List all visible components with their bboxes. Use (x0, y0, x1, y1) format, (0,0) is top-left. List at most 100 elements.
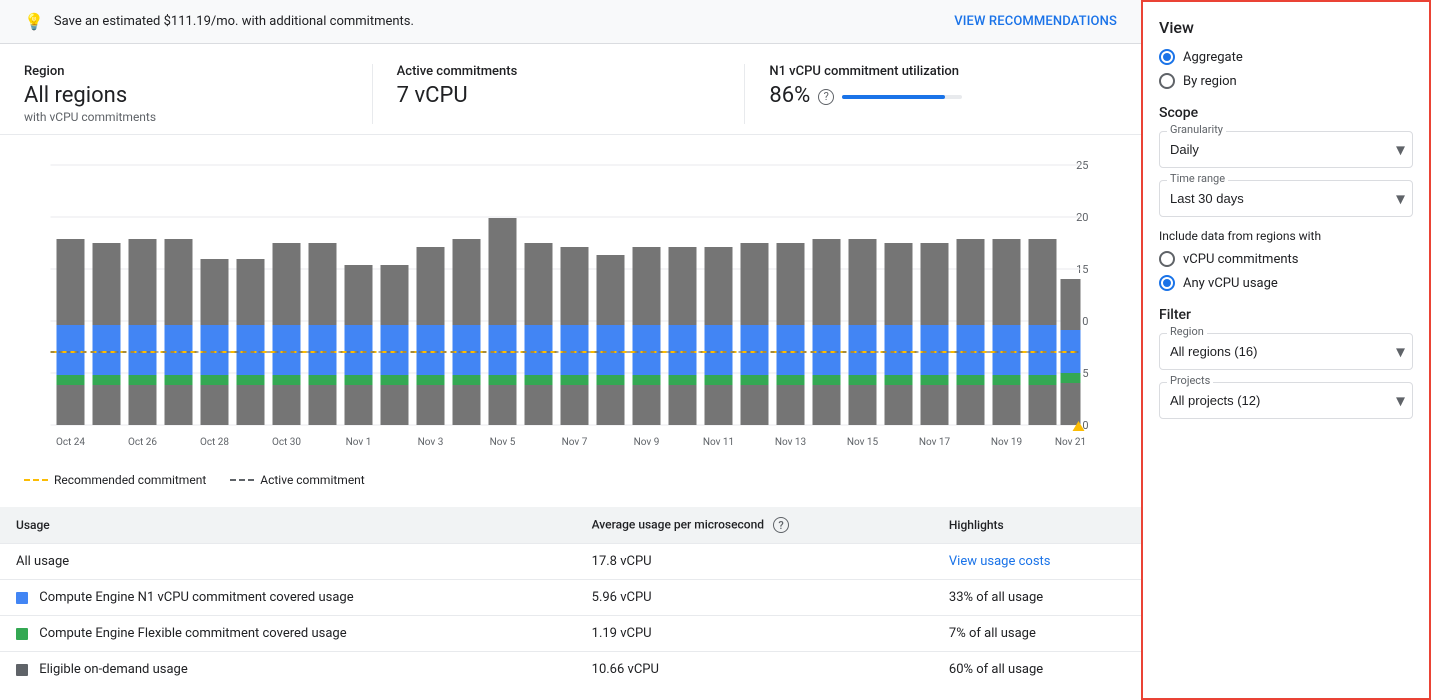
any-vcpu-option[interactable]: Any vCPU usage (1159, 275, 1413, 291)
chart-svg: 25 20 15 10 5 0 (24, 151, 1117, 461)
banner-text: Save an estimated $111.19/mo. with addit… (54, 14, 414, 29)
vcpu-commitments-label: vCPU commitments (1183, 252, 1298, 267)
row0-avg: 17.8 vCPU (576, 544, 933, 580)
view-usage-costs-link[interactable]: View usage costs (949, 554, 1051, 569)
stat-region-value: All regions (24, 83, 340, 108)
legend-recommended-line (24, 479, 48, 481)
granularity-label: Granularity (1167, 123, 1226, 136)
svg-text:Oct 28: Oct 28 (200, 437, 229, 448)
svg-text:Nov 19: Nov 19 (991, 437, 1022, 448)
projects-select[interactable]: All projects (12) (1159, 382, 1413, 419)
help-icon[interactable]: ? (818, 89, 834, 105)
svg-text:Nov 9: Nov 9 (634, 437, 660, 448)
time-range-wrapper: Time range Last 30 days ▾ (1159, 180, 1413, 217)
granularity-select[interactable]: Daily (1159, 131, 1413, 168)
stat-region-label: Region (24, 64, 340, 79)
legend-recommended-label: Recommended commitment (54, 473, 206, 487)
row3-usage: Eligible on-demand usage (0, 652, 576, 688)
stat-util-label: N1 vCPU commitment utilization (769, 64, 1085, 79)
usage-table: Usage Average usage per microsecond ? Hi… (0, 507, 1141, 687)
col-avg: Average usage per microsecond ? (576, 507, 933, 544)
any-vcpu-inner (1163, 279, 1171, 287)
util-bar-fill (842, 95, 945, 99)
svg-text:5: 5 (1082, 367, 1088, 380)
blue-dot (16, 592, 28, 604)
view-recommendations-link[interactable]: VIEW RECOMMENDATIONS (954, 14, 1117, 29)
legend-active: Active commitment (230, 473, 364, 487)
time-range-label: Time range (1167, 172, 1228, 185)
stat-commitments-label: Active commitments (397, 64, 713, 79)
green-dot (16, 628, 28, 640)
main-content: 💡 Save an estimated $111.19/mo. with add… (0, 0, 1141, 700)
byregion-radio-circle (1159, 73, 1175, 89)
vcpu-commitments-option[interactable]: vCPU commitments (1159, 251, 1413, 267)
any-vcpu-label: Any vCPU usage (1183, 276, 1278, 291)
svg-text:Nov 15: Nov 15 (847, 437, 879, 448)
avg-help-icon[interactable]: ? (773, 517, 789, 533)
view-radio-group: Aggregate By region (1159, 49, 1413, 89)
lightbulb-icon: 💡 (24, 12, 44, 31)
svg-text:Nov 7: Nov 7 (562, 437, 588, 448)
projects-label: Projects (1167, 374, 1213, 387)
row0-usage: All usage (0, 544, 576, 580)
filter-title: Filter (1159, 307, 1413, 323)
chart-container: 25 20 15 10 5 0 (24, 151, 1117, 465)
aggregate-label: Aggregate (1183, 50, 1243, 65)
stat-utilization: N1 vCPU commitment utilization 86% ? (744, 64, 1117, 124)
legend-active-line (230, 479, 254, 481)
svg-text:Nov 11: Nov 11 (703, 437, 734, 448)
time-range-field: Time range Last 30 days ▾ (1159, 180, 1413, 217)
table-row: Compute Engine N1 vCPU commitment covere… (0, 580, 1141, 616)
chart-area: 25 20 15 10 5 0 (0, 135, 1141, 465)
row3-avg: 10.66 vCPU (576, 652, 933, 688)
svg-text:Nov 21: Nov 21 (1055, 437, 1086, 448)
svg-text:Nov 13: Nov 13 (775, 437, 806, 448)
vcpu-commitments-circle (1159, 251, 1175, 267)
time-range-select[interactable]: Last 30 days (1159, 180, 1413, 217)
row1-highlight: 33% of all usage (933, 580, 1141, 616)
table-header-row: Usage Average usage per microsecond ? Hi… (0, 507, 1141, 544)
row1-usage: Compute Engine N1 vCPU commitment covere… (0, 580, 576, 616)
include-label: Include data from regions with (1159, 229, 1413, 243)
row2-highlight: 7% of all usage (933, 616, 1141, 652)
region-select[interactable]: All regions (16) (1159, 333, 1413, 370)
table-row: Compute Engine Flexible commitment cover… (0, 616, 1141, 652)
row3-highlight: 60% of all usage (933, 652, 1141, 688)
aggregate-radio-inner (1163, 53, 1171, 61)
right-panel: View Aggregate By region Scope Granulari… (1141, 0, 1431, 700)
gray-dot (16, 664, 28, 676)
col-highlights: Highlights (933, 507, 1141, 544)
table-row: Eligible on-demand usage 10.66 vCPU 60% … (0, 652, 1141, 688)
svg-text:Oct 30: Oct 30 (272, 437, 301, 448)
chart-legend: Recommended commitment Active commitment (0, 465, 1141, 499)
scope-title: Scope (1159, 105, 1413, 121)
stat-commitments-value: 7 vCPU (397, 83, 713, 108)
panel-title: View (1159, 18, 1413, 37)
legend-active-label: Active commitment (260, 473, 364, 487)
stat-region-sub: with vCPU commitments (24, 110, 340, 124)
view-aggregate-option[interactable]: Aggregate (1159, 49, 1413, 65)
banner: 💡 Save an estimated $111.19/mo. with add… (0, 0, 1141, 44)
include-radio-group: vCPU commitments Any vCPU usage (1159, 251, 1413, 291)
region-field: Region All regions (16) ▾ (1159, 333, 1413, 370)
projects-field: Projects All projects (12) ▾ (1159, 382, 1413, 419)
svg-text:Nov 3: Nov 3 (418, 437, 444, 448)
svg-text:Nov 17: Nov 17 (919, 437, 951, 448)
view-byregion-option[interactable]: By region (1159, 73, 1413, 89)
banner-left: 💡 Save an estimated $111.19/mo. with add… (24, 12, 414, 31)
table-row: All usage 17.8 vCPU View usage costs (0, 544, 1141, 580)
col-usage: Usage (0, 507, 576, 544)
legend-recommended: Recommended commitment (24, 473, 206, 487)
util-bar (842, 95, 962, 99)
row2-usage: Compute Engine Flexible commitment cover… (0, 616, 576, 652)
row2-avg: 1.19 vCPU (576, 616, 933, 652)
stat-commitments: Active commitments 7 vCPU (372, 64, 745, 124)
stat-region: Region All regions with vCPU commitments (24, 64, 372, 124)
granularity-field: Granularity Daily ▾ (1159, 131, 1413, 168)
row1-avg: 5.96 vCPU (576, 580, 933, 616)
svg-text:Oct 24: Oct 24 (56, 437, 85, 448)
svg-text:Nov 5: Nov 5 (490, 437, 516, 448)
stat-util-value: 86% (769, 83, 810, 108)
projects-filter-wrapper: Projects All projects (12) ▾ (1159, 382, 1413, 419)
stats-row: Region All regions with vCPU commitments… (0, 44, 1141, 135)
